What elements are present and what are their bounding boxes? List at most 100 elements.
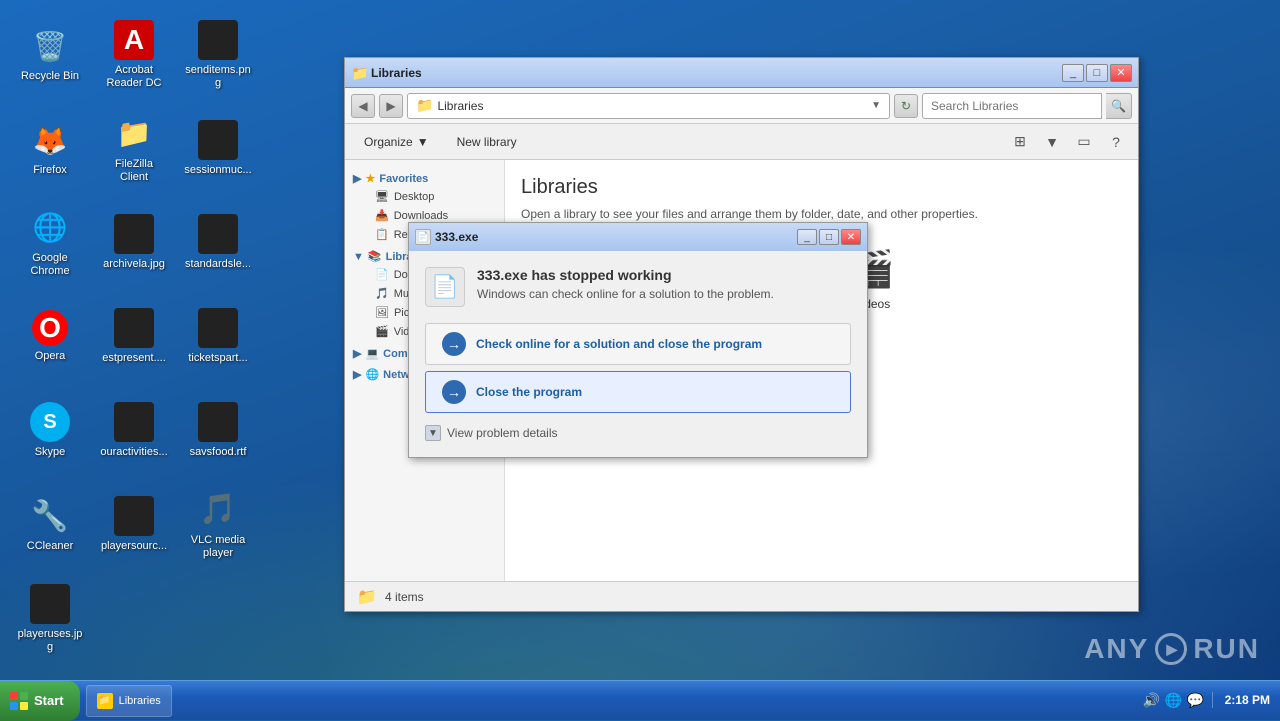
view-dropdown-button[interactable]: ▼ bbox=[1038, 129, 1066, 155]
computer-arrow: ▶ bbox=[353, 347, 361, 360]
vlc-label: VLC media player bbox=[184, 534, 252, 560]
desktop-icon-standardsle[interactable]: standardsle... bbox=[178, 198, 258, 288]
videos-sidebar-icon: 🎬 bbox=[375, 325, 389, 338]
desktop-icon-vlc[interactable]: 🎵 VLC media player bbox=[178, 480, 258, 570]
desktop-icon-senditems[interactable]: senditems.png bbox=[178, 10, 258, 100]
libraries-sidebar-icon: 📚 bbox=[368, 250, 382, 263]
opera-icon: O bbox=[32, 310, 68, 346]
tray-icons: 🔊 🌐 💬 bbox=[1136, 692, 1213, 708]
desktop-icon-sessionmuc[interactable]: sessionmuc... bbox=[178, 104, 258, 194]
tray-icon-sound[interactable]: 🔊 bbox=[1144, 692, 1160, 708]
estpresent-icon bbox=[114, 308, 154, 348]
help-button[interactable]: ? bbox=[1102, 129, 1130, 155]
address-dropdown-icon[interactable]: ▼ bbox=[871, 100, 881, 111]
documents-sidebar-icon: 📄 bbox=[375, 268, 389, 281]
ouractivities-label: ouractivities... bbox=[100, 446, 167, 459]
search-input[interactable] bbox=[922, 93, 1102, 119]
dialog-body: 📄 333.exe has stopped working Windows ca… bbox=[409, 251, 867, 457]
sidebar-item-desktop[interactable]: 🖥 Desktop bbox=[345, 187, 504, 206]
dialog-controls: _ □ ✕ bbox=[797, 229, 861, 245]
libraries-close-button[interactable]: ✕ bbox=[1110, 64, 1132, 82]
ouractivities-icon bbox=[114, 402, 154, 442]
dialog-heading: 333.exe has stopped working bbox=[477, 267, 774, 283]
dialog-actions: → Check online for a solution and close … bbox=[425, 323, 851, 413]
tray-icon-network[interactable]: 🌐 bbox=[1166, 692, 1182, 708]
refresh-button[interactable]: ↻ bbox=[894, 94, 918, 118]
desktop-icon-chrome[interactable]: 🌐 Google Chrome bbox=[10, 198, 90, 288]
view-change-button[interactable]: ⊞ bbox=[1006, 129, 1034, 155]
savsfood-label: savsfood.rtf bbox=[190, 446, 247, 459]
opera-label: Opera bbox=[35, 350, 66, 363]
dialog-maximize-button[interactable]: □ bbox=[819, 229, 839, 245]
desktop-icon-firefox[interactable]: 🦊 Firefox bbox=[10, 104, 90, 194]
network-arrow: ▶ bbox=[353, 368, 361, 381]
dialog-header-text: 333.exe has stopped working Windows can … bbox=[477, 267, 774, 301]
desktop-icon-playersource[interactable]: playersourc... bbox=[94, 480, 174, 570]
desktop-icon-skype[interactable]: S Skype bbox=[10, 386, 90, 476]
libraries-main-title: Libraries bbox=[521, 176, 1122, 199]
desktop-icon-filezilla[interactable]: 📁 FileZilla Client bbox=[94, 104, 174, 194]
clock-time: 2:18 PM bbox=[1225, 692, 1270, 709]
back-button[interactable]: ◀ bbox=[351, 94, 375, 118]
libraries-window-controls: _ □ ✕ bbox=[1062, 64, 1132, 82]
desktop-icon-ccleaner[interactable]: 🔧 CCleaner bbox=[10, 480, 90, 570]
search-button[interactable]: 🔍 bbox=[1106, 93, 1132, 119]
recycle-bin-icon: 🗑️ bbox=[30, 26, 70, 66]
taskbar: Start 📁 Libraries 🔊 🌐 💬 2:18 PM bbox=[0, 680, 1280, 720]
tray-icon-action-center[interactable]: 💬 bbox=[1188, 692, 1204, 708]
check-online-button[interactable]: → Check online for a solution and close … bbox=[425, 323, 851, 365]
desktop-icon-estpresent[interactable]: estpresent.... bbox=[94, 292, 174, 382]
estpresent-label: estpresent.... bbox=[102, 352, 166, 365]
preview-pane-button[interactable]: ▭ bbox=[1070, 129, 1098, 155]
savsfood-icon bbox=[198, 402, 238, 442]
playeruses-label: playeruses.jpg bbox=[16, 628, 84, 654]
filezilla-icon: 📁 bbox=[114, 114, 154, 154]
desktop-icon-ouractivities[interactable]: ouractivities... bbox=[94, 386, 174, 476]
libraries-window-icon: 📁 bbox=[351, 65, 367, 81]
new-library-button[interactable]: New library bbox=[446, 129, 528, 155]
dialog-title: 333.exe bbox=[435, 230, 793, 244]
taskbar-item-libraries[interactable]: 📁 Libraries bbox=[86, 685, 172, 717]
address-pill[interactable]: 📁 Libraries ▼ bbox=[407, 93, 890, 119]
start-button[interactable]: Start bbox=[0, 681, 80, 721]
system-clock[interactable]: 2:18 PM bbox=[1225, 692, 1270, 709]
archivela-icon bbox=[114, 214, 154, 254]
status-folder-icon: 📁 bbox=[357, 587, 377, 607]
dialog-app-icon-small: 📄 bbox=[415, 229, 431, 245]
network-icon: 🌐 bbox=[365, 368, 379, 381]
dialog-close-button[interactable]: ✕ bbox=[841, 229, 861, 245]
anyrun-play-icon: ▶ bbox=[1155, 633, 1187, 665]
close-program-button[interactable]: → Close the program bbox=[425, 371, 851, 413]
skype-icon: S bbox=[30, 402, 70, 442]
senditems-icon bbox=[198, 20, 238, 60]
forward-button[interactable]: ▶ bbox=[379, 94, 403, 118]
check-online-label: Check online for a solution and close th… bbox=[476, 337, 762, 351]
close-program-arrow-icon: → bbox=[442, 380, 466, 404]
sessionmuc-icon bbox=[198, 120, 238, 160]
organize-button[interactable]: Organize ▼ bbox=[353, 129, 440, 155]
archivela-label: archivela.jpg bbox=[103, 258, 165, 271]
anyrun-watermark: ANY ▶ RUN bbox=[1084, 633, 1260, 665]
desktop-icon-recycle-bin[interactable]: 🗑️ Recycle Bin bbox=[10, 10, 90, 100]
desktop-icon-opera[interactable]: O Opera bbox=[10, 292, 90, 382]
desktop-sidebar-label: Desktop bbox=[394, 191, 434, 203]
desktop-icon-acrobat[interactable]: A Acrobat Reader DC bbox=[94, 10, 174, 100]
libraries-maximize-button[interactable]: □ bbox=[1086, 64, 1108, 82]
firefox-icon: 🦊 bbox=[30, 120, 70, 160]
libraries-toolbar: Organize ▼ New library ⊞ ▼ ▭ ? bbox=[345, 124, 1138, 160]
desktop-icon-ticketspart[interactable]: ticketspart... bbox=[178, 292, 258, 382]
libraries-status-bar: 📁 4 items bbox=[345, 581, 1138, 611]
desktop-icon-playeruses[interactable]: playeruses.jpg bbox=[10, 574, 90, 664]
dialog-minimize-button[interactable]: _ bbox=[797, 229, 817, 245]
libraries-minimize-button[interactable]: _ bbox=[1062, 64, 1084, 82]
check-online-arrow-icon: → bbox=[442, 332, 466, 356]
filezilla-label: FileZilla Client bbox=[100, 158, 168, 184]
desktop-icon-archivela[interactable]: archivela.jpg bbox=[94, 198, 174, 288]
desktop-icon-savsfood[interactable]: savsfood.rtf bbox=[178, 386, 258, 476]
sessionmuc-label: sessionmuc... bbox=[184, 164, 251, 177]
skype-label: Skype bbox=[35, 446, 66, 459]
favorites-header[interactable]: ▶ ★ Favorites bbox=[345, 168, 504, 187]
view-problem-details[interactable]: ▼ View problem details bbox=[425, 425, 851, 441]
standardsle-label: standardsle... bbox=[185, 258, 251, 271]
organize-label: Organize bbox=[364, 135, 413, 149]
